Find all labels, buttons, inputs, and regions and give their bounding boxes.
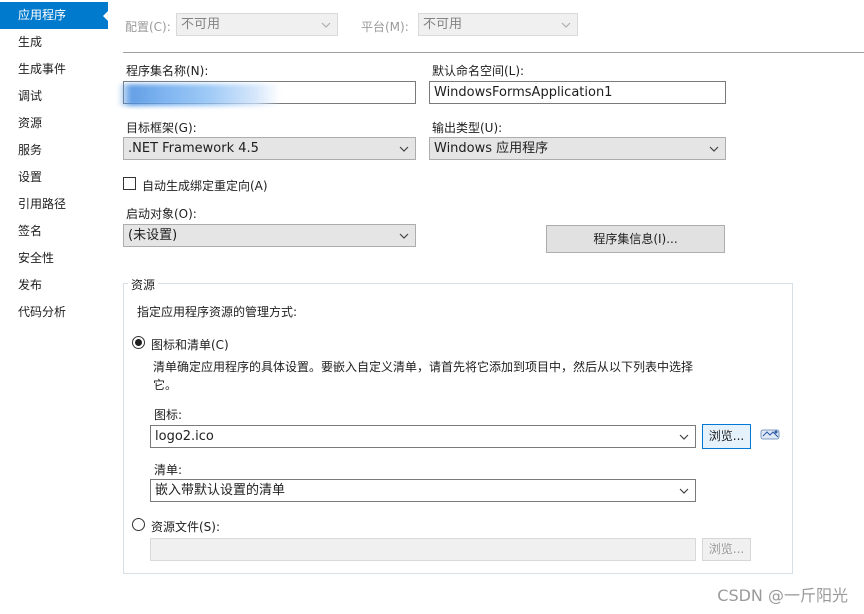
chevron-down-icon bbox=[709, 146, 719, 152]
config-label: 配置(C): bbox=[125, 20, 171, 34]
chevron-down-icon bbox=[679, 434, 689, 440]
platform-select: 不可用 bbox=[418, 13, 578, 36]
browse-resource-file-button: 浏览... bbox=[702, 538, 751, 561]
manifest-hint-line1: 清单确定应用程序的具体设置。要嵌入自定义清单，请首先将它添加到项目中，然后从以下… bbox=[153, 360, 694, 374]
output-type-value: Windows 应用程序 bbox=[434, 141, 549, 156]
redaction-blur bbox=[118, 84, 280, 106]
output-type-label: 输出类型(U): bbox=[432, 121, 503, 135]
icon-preview-icon bbox=[760, 429, 780, 440]
icon-select[interactable]: logo2.ico bbox=[150, 425, 696, 448]
sidebar-item-settings[interactable]: 设置 bbox=[0, 164, 108, 191]
radio-selected-dot bbox=[135, 339, 142, 346]
default-namespace-label: 默认命名空间(L): bbox=[432, 64, 525, 78]
main-panel: 配置(C): 不可用 平台(M): 不可用 程序集名称(N): 默认命名空间(L… bbox=[108, 0, 864, 614]
startup-object-value: (未设置) bbox=[128, 228, 178, 243]
platform-select-value: 不可用 bbox=[423, 17, 463, 32]
startup-object-label: 启动对象(O): bbox=[126, 207, 197, 221]
resources-description: 指定应用程序资源的管理方式: bbox=[137, 305, 298, 319]
target-framework-label: 目标框架(G): bbox=[126, 121, 197, 135]
target-framework-value: .NET Framework 4.5 bbox=[128, 141, 259, 156]
icon-manifest-label: 图标和清单(C) bbox=[151, 338, 229, 352]
sidebar-item-reference-paths[interactable]: 引用路径 bbox=[0, 191, 108, 218]
icon-select-value: logo2.ico bbox=[155, 429, 214, 444]
sidebar-item-signing[interactable]: 签名 bbox=[0, 218, 108, 245]
output-type-select[interactable]: Windows 应用程序 bbox=[429, 137, 726, 160]
sidebar-item-debug[interactable]: 调试 bbox=[0, 83, 108, 110]
auto-binding-checkbox[interactable] bbox=[123, 177, 136, 190]
auto-binding-label: 自动生成绑定重定向(A) bbox=[142, 179, 268, 193]
manifest-hint-line2: 它。 bbox=[153, 378, 178, 392]
target-framework-select[interactable]: .NET Framework 4.5 bbox=[123, 137, 416, 160]
manifest-select[interactable]: 嵌入带默认设置的清单 bbox=[150, 479, 696, 502]
chevron-down-icon bbox=[679, 488, 689, 494]
sidebar-item-services[interactable]: 服务 bbox=[0, 137, 108, 164]
resources-group-title: 资源 bbox=[128, 276, 159, 293]
platform-label: 平台(M): bbox=[361, 20, 409, 34]
manifest-label: 清单: bbox=[154, 463, 183, 477]
sidebar-item-resources[interactable]: 资源 bbox=[0, 110, 108, 137]
browse-icon-button[interactable]: 浏览... bbox=[702, 424, 751, 449]
chevron-down-icon bbox=[399, 146, 409, 152]
assembly-info-button[interactable]: 程序集信息(I)... bbox=[546, 225, 725, 253]
assembly-name-label: 程序集名称(N): bbox=[126, 64, 209, 78]
default-namespace-input[interactable]: WindowsFormsApplication1 bbox=[429, 81, 726, 104]
watermark: CSDN @一斤阳光 bbox=[717, 586, 848, 605]
sidebar-item-application[interactable]: 应用程序 bbox=[0, 2, 109, 29]
startup-object-select[interactable]: (未设置) bbox=[123, 224, 416, 247]
header-divider bbox=[123, 52, 864, 53]
config-select: 不可用 bbox=[176, 13, 338, 36]
manifest-select-value: 嵌入带默认设置的清单 bbox=[155, 483, 286, 498]
resource-file-radio[interactable] bbox=[132, 518, 145, 531]
chevron-down-icon bbox=[561, 22, 571, 28]
chevron-down-icon bbox=[321, 22, 331, 28]
chevron-down-icon bbox=[399, 233, 409, 239]
sidebar-item-publish[interactable]: 发布 bbox=[0, 272, 108, 299]
config-select-value: 不可用 bbox=[181, 17, 221, 32]
sidebar-item-build[interactable]: 生成 bbox=[0, 29, 108, 56]
sidebar-item-build-events[interactable]: 生成事件 bbox=[0, 56, 108, 83]
icon-manifest-radio[interactable] bbox=[132, 336, 145, 349]
resource-file-label: 资源文件(S): bbox=[151, 520, 221, 534]
resource-file-input bbox=[150, 538, 696, 561]
sidebar-item-code-analysis[interactable]: 代码分析 bbox=[0, 299, 108, 326]
icon-label: 图标: bbox=[154, 408, 183, 422]
sidebar-item-security[interactable]: 安全性 bbox=[0, 245, 108, 272]
sidebar: 应用程序 生成 生成事件 调试 资源 服务 设置 引用路径 签名 安全性 发布 … bbox=[0, 0, 109, 614]
